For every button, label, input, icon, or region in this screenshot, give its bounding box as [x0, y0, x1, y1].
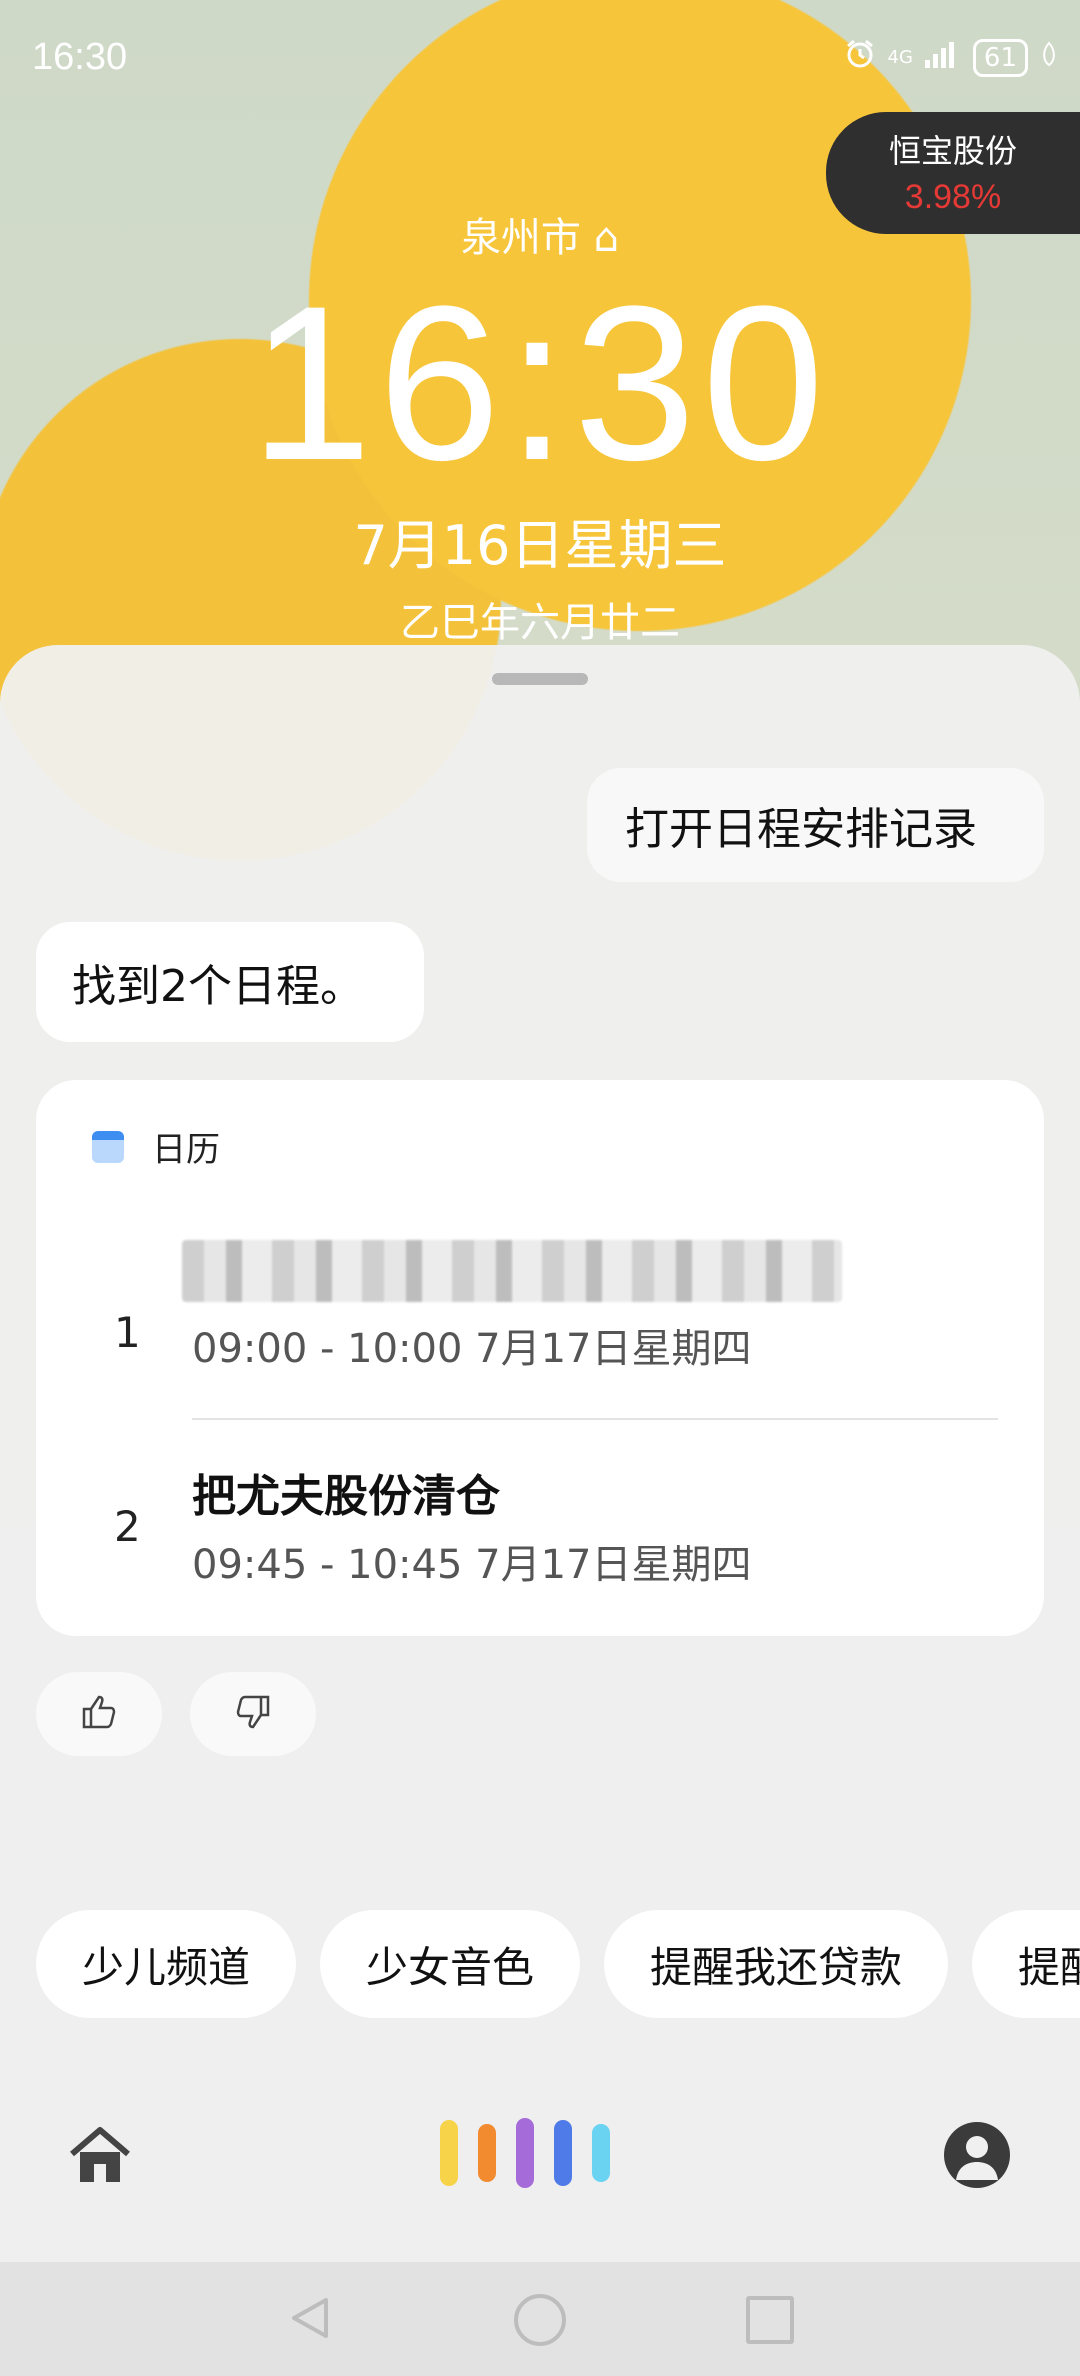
event-divider [192, 1418, 998, 1420]
back-button[interactable] [288, 2296, 332, 2344]
alarm-icon [844, 38, 876, 77]
signal-icon [924, 40, 961, 75]
voice-wave-button[interactable] [440, 2118, 610, 2188]
thumbs-up-button[interactable] [36, 1672, 162, 1756]
home-icon [64, 2127, 136, 2196]
nav-home-button[interactable] [514, 2294, 566, 2346]
voice-bar [516, 2118, 534, 2188]
profile-icon [956, 2136, 998, 2180]
suggestion-chip[interactable]: 提醒我还贷款 [604, 1910, 949, 2018]
stock-name: 恒宝股份 [888, 132, 1017, 170]
network-label: 4G [887, 47, 913, 68]
voice-bar [554, 2120, 572, 2186]
lock-screen-clock: 泉州市 ⌂ 16:30 7月16日星期三 乙巳年六月廿二 [0, 205, 1080, 648]
status-icons: 4G 61 [844, 38, 1059, 77]
voice-bar [592, 2124, 610, 2182]
home-location-icon: ⌂ [593, 215, 620, 261]
calendar-app-name: 日历 [152, 1130, 220, 1170]
calendar-card[interactable]: 日历 1 09:00 - 10:00 7月17日星期四 2 把尤夫股份清仓 09… [36, 1080, 1044, 1636]
thumbs-up-icon [80, 1693, 118, 1735]
suggestion-chip[interactable]: 少儿频道 [36, 1910, 297, 2018]
city-name: 泉州市 [460, 215, 581, 261]
lunar-date: 乙巳年六月廿二 [400, 600, 680, 646]
calendar-icon [92, 1130, 124, 1163]
profile-button[interactable] [944, 2122, 1010, 2188]
suggestion-chips: 少儿频道 少女音色 提醒我还贷款 提醒 [36, 1910, 1080, 2018]
status-bar: 16:30 4G 61 [0, 0, 1080, 120]
thumbs-down-icon [234, 1693, 272, 1735]
suggestion-chip[interactable]: 提醒 [972, 1910, 1080, 2018]
thumbs-down-button[interactable] [190, 1672, 316, 1756]
suggestion-chip[interactable]: 少女音色 [320, 1910, 581, 2018]
event-time: 09:45 - 10:45 7月17日星期四 [192, 1542, 752, 1588]
recents-button[interactable] [746, 2296, 794, 2344]
event-index: 1 [114, 1308, 141, 1357]
panel-drag-handle[interactable] [492, 673, 588, 685]
clock-date: 7月16日星期三 [353, 514, 727, 577]
leaf-icon [1040, 41, 1058, 74]
voice-bar [478, 2124, 496, 2182]
event-time: 09:00 - 10:00 7月17日星期四 [192, 1326, 752, 1372]
user-message-bubble: 打开日程安排记录 [587, 768, 1044, 882]
event-index: 2 [114, 1502, 141, 1551]
assistant-message-bubble: 找到2个日程。 [36, 922, 424, 1042]
redacted-event-title [182, 1240, 842, 1302]
calendar-card-header: 日历 [92, 1122, 220, 1171]
battery-level: 61 [972, 38, 1028, 77]
voice-bar [440, 2120, 458, 2186]
city-label: 泉州市 ⌂ [0, 205, 1080, 263]
back-triangle-icon [292, 2298, 328, 2338]
home-button[interactable] [64, 2120, 136, 2196]
status-time: 16:30 [32, 36, 128, 78]
event-title: 把尤夫股份清仓 [192, 1471, 500, 1522]
clock-time: 16:30 [249, 260, 831, 506]
